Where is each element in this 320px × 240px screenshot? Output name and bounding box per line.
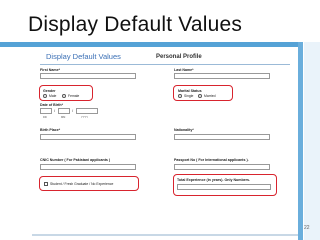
birth-place-label: Birth Place* [40,128,61,132]
first-name-label: First Name* [40,68,60,72]
last-name-label: Last Name* [174,68,194,72]
accent-bar-top [0,42,300,47]
form-divider [40,64,290,65]
form-subtitle: Personal Profile [156,54,202,60]
passport-label: Passport No ( For International applican… [174,158,249,162]
dob-day-hint: DD [43,116,47,119]
dob-month-hint: MM [61,116,66,119]
experience-checkbox-highlight [39,176,139,191]
accent-bar-right-light [304,42,320,240]
dob-year-hint: YYYY [81,116,88,119]
dob-separator: / [72,108,74,113]
page-number: 22 [304,225,310,231]
personal-profile-form: Display Default Values Personal Profile … [34,48,296,234]
last-name-input[interactable] [174,73,270,79]
dob-year-input[interactable] [76,108,98,114]
cnic-label: CNIC Number ( For Pakistani applicants ) [40,158,111,162]
slide: Display Default Values 22 Display Defaul… [0,0,320,240]
date-of-birth-label: Date of Birth* [40,103,63,107]
total-experience-highlight [173,174,277,196]
slide-title: Display Default Values [28,13,243,36]
form-title: Display Default Values [46,52,121,61]
gender-highlight [39,85,93,101]
nationality-input[interactable] [174,134,270,140]
dob-day-input[interactable] [40,108,52,114]
first-name-input[interactable] [40,73,136,79]
birth-place-input[interactable] [40,134,136,140]
nationality-label: Nationality* [174,128,194,132]
cnic-input[interactable] [40,164,136,170]
accent-bar-right [298,42,303,240]
dob-month-input[interactable] [58,108,70,114]
dob-separator: / [54,108,56,113]
marital-status-highlight [173,85,233,101]
accent-bar-bottom [32,234,298,236]
passport-input[interactable] [174,164,270,170]
